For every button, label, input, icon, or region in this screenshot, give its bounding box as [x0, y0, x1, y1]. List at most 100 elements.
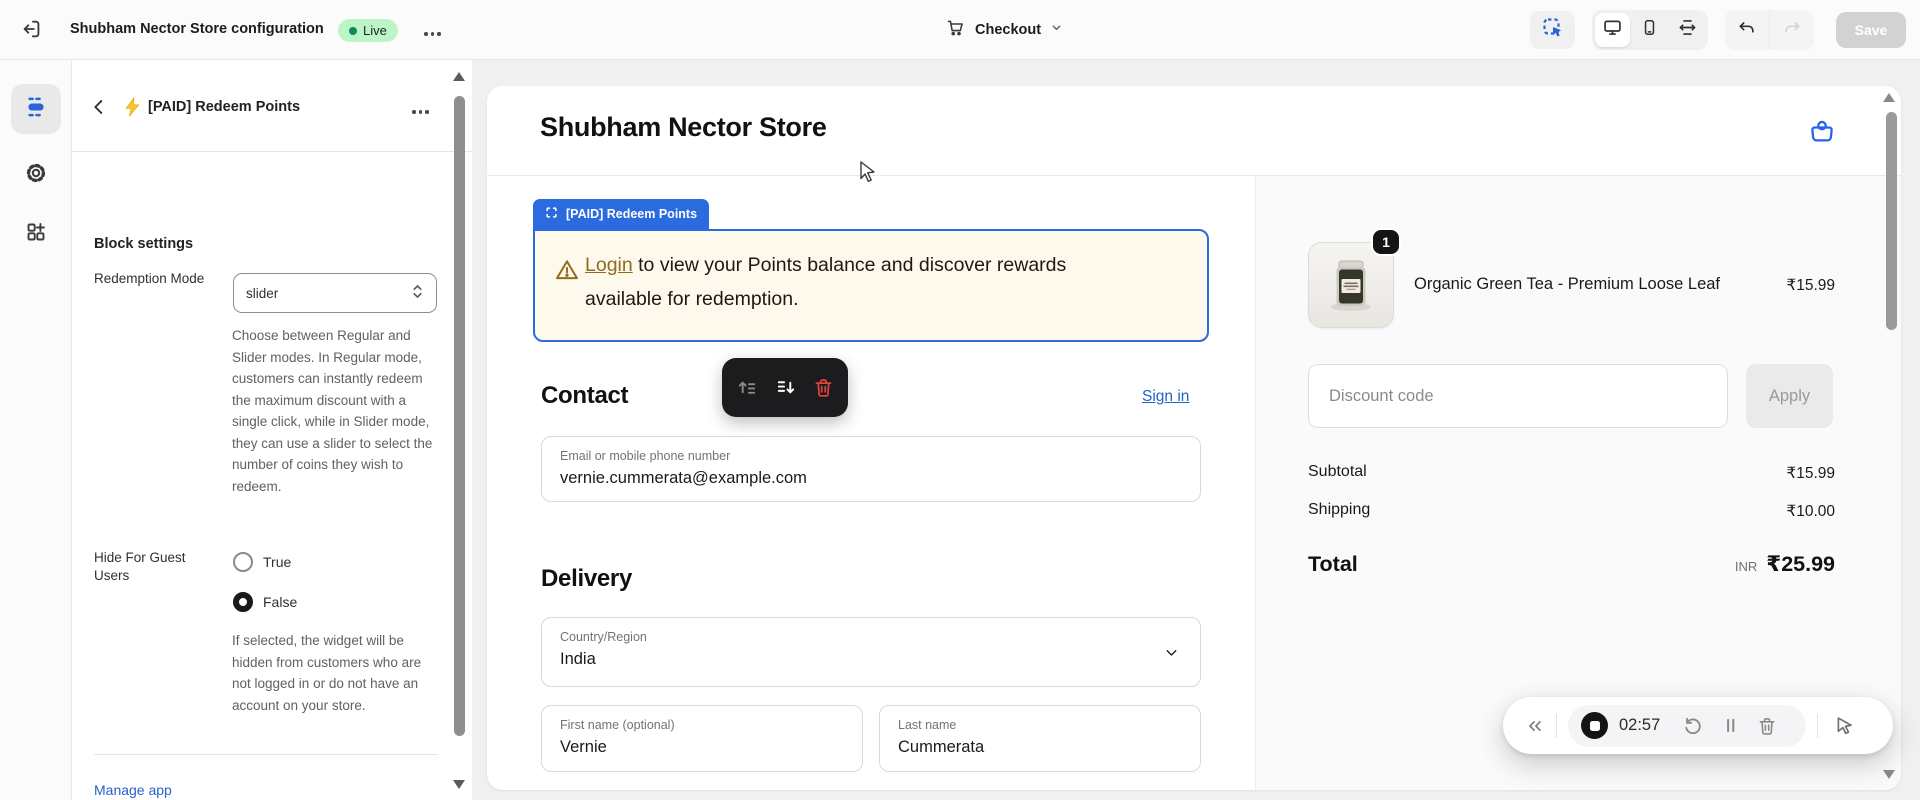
exit-button[interactable] [18, 17, 46, 45]
pointer-tool-button[interactable] [1829, 711, 1859, 741]
warning-message-text: to view your Points balance and discover… [585, 254, 1067, 310]
total-value: ₹25.99 [1766, 552, 1835, 576]
sign-in-link[interactable]: Sign in [1142, 388, 1189, 406]
screen-recorder-toolbar: 02:57 [1503, 697, 1893, 754]
discount-code-input[interactable] [1308, 364, 1728, 428]
checkout-header: Shubham Nector Store [487, 86, 1901, 176]
save-button[interactable]: Save [1836, 12, 1906, 48]
selected-block-label: [PAID] Redeem Points [566, 207, 698, 221]
panel-scrollbar-thumb[interactable] [454, 96, 465, 736]
radio-false-label: False [263, 594, 298, 610]
block-settings-panel: [PAID] Redeem Points Block settings Rede… [72, 60, 472, 800]
chevron-down-icon [1163, 644, 1180, 666]
divider [1556, 713, 1557, 738]
cart-bag-button[interactable] [1805, 114, 1839, 148]
redemption-mode-label: Redemption Mode [94, 271, 205, 286]
divider [94, 754, 438, 755]
redo-button[interactable] [1770, 10, 1814, 50]
last-name-value: Cummerata [898, 738, 985, 756]
radio-true-label: True [263, 554, 292, 570]
shipping-label: Shipping [1308, 501, 1371, 518]
topbar-more-menu[interactable] [420, 28, 445, 40]
move-block-up-button[interactable] [734, 375, 760, 401]
ellipsis-icon [424, 32, 441, 36]
select-caret-icon [411, 283, 424, 303]
preview-scrollbar-thumb[interactable] [1886, 112, 1897, 330]
shopping-bag-icon [1805, 120, 1839, 152]
delivery-heading: Delivery [541, 565, 632, 592]
country-value: India [560, 650, 596, 668]
sidebar-item-sections[interactable] [11, 84, 61, 134]
page-selector-dropdown[interactable]: Checkout [945, 14, 1063, 46]
fullwidth-icon [1677, 17, 1698, 43]
sections-icon [23, 94, 49, 125]
desktop-view-button[interactable] [1595, 13, 1631, 47]
section-title: Block settings [94, 236, 194, 252]
discard-recording-button[interactable] [1752, 711, 1782, 741]
subtotal-label: Subtotal [1308, 463, 1367, 480]
exit-icon [21, 18, 43, 45]
email-field[interactable]: Email or mobile phone number vernie.cumm… [541, 436, 1201, 502]
pause-recording-button[interactable] [1715, 711, 1745, 741]
chevron-down-icon [1050, 21, 1063, 39]
delete-block-button[interactable] [810, 375, 836, 401]
radio-selected-icon [233, 592, 253, 612]
panel-header: [PAID] Redeem Points [72, 60, 472, 152]
radio-option-false[interactable]: False [233, 592, 297, 612]
mobile-icon [1640, 18, 1659, 42]
preview-scrollbar-up[interactable] [1883, 93, 1895, 102]
redo-icon [1782, 18, 1802, 43]
radio-option-true[interactable]: True [233, 552, 291, 572]
page-selector-label: Checkout [975, 22, 1042, 38]
viewport-segmented-control [1592, 10, 1708, 50]
inspect-mode-button[interactable] [1530, 11, 1575, 49]
country-select[interactable]: Country/Region India [541, 617, 1201, 687]
hide-guest-label: Hide For Guest Users [94, 550, 186, 583]
checkout-preview: Shubham Nector Store [PAID] Redeem Point… [487, 86, 1901, 790]
store-name: Shubham Nector Store [540, 112, 827, 142]
selected-block-badge[interactable]: [PAID] Redeem Points [533, 199, 710, 229]
move-block-down-button[interactable] [772, 375, 798, 401]
last-name-label: Last name [898, 718, 957, 732]
total-amount: INR ₹25.99 [1735, 552, 1835, 577]
recording-timer: 02:57 [1619, 716, 1661, 734]
contact-heading: Contact [541, 382, 629, 409]
last-name-field[interactable]: Last name Cummerata [879, 705, 1201, 772]
warning-icon [554, 257, 580, 288]
block-action-toolbar [722, 358, 848, 417]
first-name-value: Vernie [560, 738, 607, 756]
apply-discount-button[interactable]: Apply [1746, 364, 1833, 428]
sidebar-item-apps[interactable] [11, 209, 61, 259]
ellipsis-icon [412, 110, 429, 114]
first-name-label: First name (optional) [560, 718, 675, 732]
email-field-value: vernie.cummerata@example.com [560, 469, 807, 487]
panel-scrollbar-down[interactable] [453, 780, 465, 789]
manage-app-link[interactable]: Manage app [94, 782, 172, 798]
gear-icon [24, 161, 48, 190]
subtotal-value: ₹15.99 [1786, 465, 1835, 482]
panel-scrollbar-up[interactable] [453, 72, 465, 81]
stop-recording-button[interactable] [1581, 712, 1608, 739]
first-name-field[interactable]: First name (optional) Vernie [541, 705, 863, 772]
fullwidth-view-button[interactable] [1670, 13, 1705, 47]
redemption-mode-help: Choose between Regular and Slider modes.… [232, 328, 433, 494]
shipping-value: ₹10.00 [1786, 503, 1835, 520]
points-warning-banner: Login to view your Points balance and di… [533, 229, 1209, 342]
preview-scrollbar-down[interactable] [1883, 770, 1895, 779]
email-field-label: Email or mobile phone number [560, 449, 731, 463]
inspector-icon [1541, 16, 1565, 45]
back-button[interactable] [88, 96, 112, 120]
sidebar-item-settings[interactable] [11, 150, 61, 200]
login-link[interactable]: Login [585, 254, 633, 276]
collapse-toolbar-button[interactable] [1525, 716, 1545, 736]
redemption-mode-select[interactable]: slider [233, 273, 437, 313]
restart-recording-button[interactable] [1678, 711, 1708, 741]
mobile-view-button[interactable] [1632, 13, 1667, 47]
block-more-menu[interactable] [408, 106, 433, 118]
live-dot-icon [349, 26, 357, 35]
lightning-icon [124, 96, 141, 122]
stop-icon [1589, 720, 1600, 731]
selection-corners-icon [545, 206, 558, 222]
undo-button[interactable] [1725, 10, 1769, 50]
editor-sidebar [0, 60, 72, 800]
